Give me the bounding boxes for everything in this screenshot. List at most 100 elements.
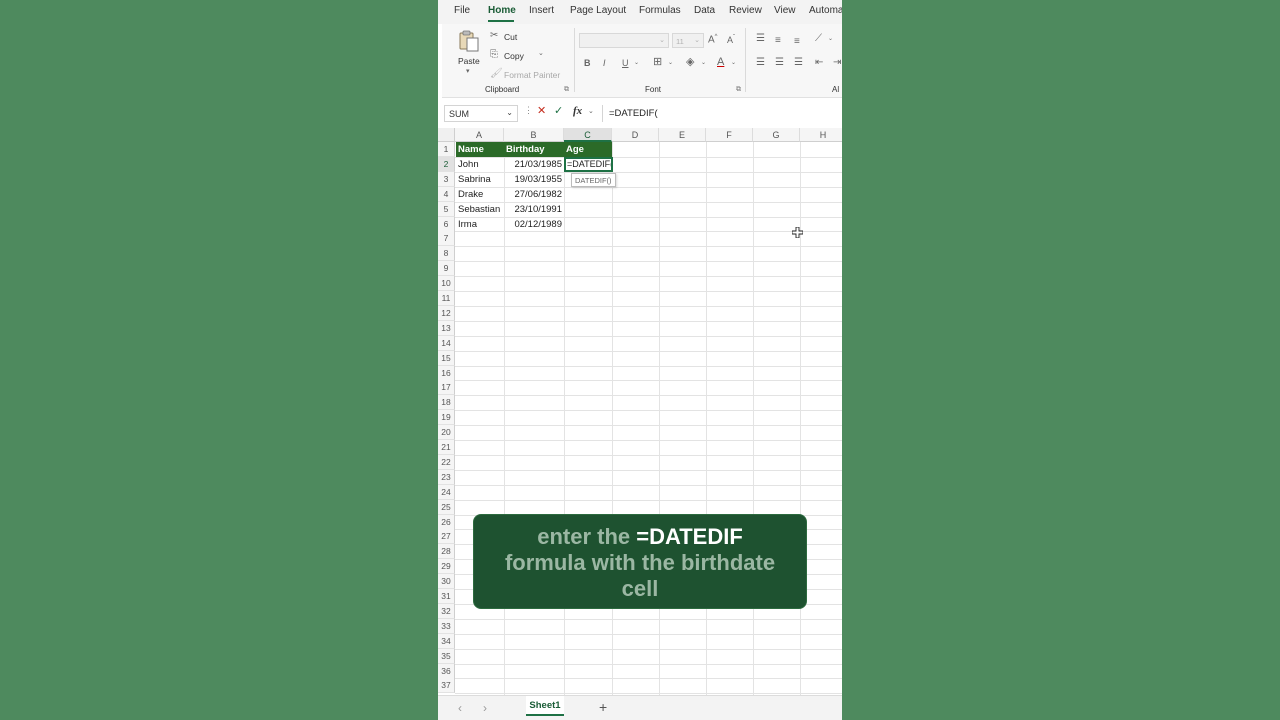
font-color-icon[interactable]: A <box>717 57 724 68</box>
copy-icon[interactable]: ⎘ <box>490 50 498 60</box>
birthday-cell[interactable]: 23/10/1991 <box>504 202 564 217</box>
name-cell[interactable]: Irma <box>456 217 504 232</box>
menu-page-layout[interactable]: Page Layout <box>570 5 626 16</box>
sheet-tab-sheet1[interactable]: Sheet1 <box>526 696 564 716</box>
row-header[interactable]: 35 <box>438 648 455 664</box>
row-header[interactable]: 31 <box>438 589 455 604</box>
format-painter-icon[interactable]: 🖌 <box>490 69 503 79</box>
column-header-d[interactable]: D <box>612 128 659 142</box>
row-header[interactable]: 36 <box>438 663 455 679</box>
header-cell-age[interactable]: Age <box>564 142 612 157</box>
column-header-a[interactable]: A <box>455 128 504 142</box>
row-header[interactable]: 19 <box>438 410 455 426</box>
grow-font-icon[interactable]: A^ <box>708 34 718 45</box>
align-right-icon[interactable]: ☰ <box>794 58 803 68</box>
chevron-down-icon[interactable]: ⌄ <box>506 108 513 117</box>
fill-color-icon[interactable]: ◈ <box>686 57 694 68</box>
copy-label[interactable]: Copy <box>504 51 524 61</box>
formula-input[interactable]: =DATEDIF( <box>602 105 842 122</box>
birthday-cell[interactable]: 27/06/1982 <box>504 187 564 202</box>
column-header-b[interactable]: B <box>504 128 564 142</box>
chevron-right-icon[interactable]: › <box>483 701 487 715</box>
paste-dropdown-icon[interactable]: ▾ <box>466 68 470 75</box>
row-header[interactable]: 4 <box>438 186 455 202</box>
birthday-cell[interactable]: 02/12/1989 <box>504 217 564 232</box>
borders-dropdown-icon[interactable]: ⌄ <box>668 60 673 66</box>
row-header[interactable]: 26 <box>438 514 455 530</box>
borders-icon[interactable]: ⊞ <box>653 57 662 68</box>
row-header[interactable]: 37 <box>438 678 455 694</box>
row-header[interactable]: 2 <box>438 156 455 172</box>
name-cell[interactable]: Sebastian <box>456 202 504 217</box>
enter-icon[interactable]: ✓ <box>554 106 563 117</box>
align-center-icon[interactable]: ☰ <box>775 58 784 68</box>
shrink-font-icon[interactable]: Aˇ <box>727 35 735 45</box>
insert-function-icon[interactable]: fx <box>573 106 582 117</box>
column-header-g[interactable]: G <box>753 128 800 142</box>
row-header[interactable]: 7 <box>438 231 455 247</box>
select-all-corner[interactable] <box>438 128 455 142</box>
row-header[interactable]: 24 <box>438 484 455 500</box>
column-header-e[interactable]: E <box>659 128 706 142</box>
column-header-f[interactable]: F <box>706 128 753 142</box>
paste-icon[interactable] <box>458 30 480 52</box>
row-header[interactable]: 29 <box>438 559 455 575</box>
column-header-h[interactable]: H <box>800 128 842 142</box>
header-cell-name[interactable]: Name <box>456 142 504 157</box>
font-color-dropdown-icon[interactable]: ⌄ <box>731 60 736 66</box>
copy-dropdown-icon[interactable]: ⌄ <box>538 50 544 57</box>
align-top-icon[interactable]: ☰ <box>756 34 765 44</box>
spreadsheet-grid[interactable]: A B C D E F G H 1 2 3 4 5 6 7 8 9 10 11 12 13 14 15 16 1… <box>438 128 842 695</box>
decrease-indent-icon[interactable]: ⇤ <box>815 58 823 68</box>
row-header[interactable]: 33 <box>438 618 455 634</box>
increase-indent-icon[interactable]: ⇥ <box>833 58 841 68</box>
row-header[interactable]: 28 <box>438 544 455 560</box>
menu-insert[interactable]: Insert <box>529 5 554 16</box>
row-header[interactable]: 14 <box>438 335 455 351</box>
cancel-icon[interactable]: ✕ <box>537 106 546 117</box>
row-header[interactable]: 15 <box>438 350 455 366</box>
row-header[interactable]: 9 <box>438 261 455 277</box>
row-header[interactable]: 27 <box>438 529 455 545</box>
underline-icon[interactable]: U <box>622 59 629 68</box>
menu-file[interactable]: File <box>454 5 470 16</box>
add-sheet-icon[interactable]: + <box>599 699 607 715</box>
row-header[interactable]: 20 <box>438 425 455 441</box>
header-cell-birthday[interactable]: Birthday <box>504 142 564 157</box>
row-header[interactable]: 10 <box>438 276 455 292</box>
name-cell[interactable]: Drake <box>456 187 504 202</box>
name-cell[interactable]: Sabrina <box>456 172 504 187</box>
row-header[interactable]: 5 <box>438 201 455 217</box>
row-header[interactable]: 13 <box>438 320 455 336</box>
chevron-left-icon[interactable]: ‹ <box>458 701 462 715</box>
fx-dropdown-icon[interactable]: ⌄ <box>588 108 594 115</box>
fill-color-dropdown-icon[interactable]: ⌄ <box>701 60 706 66</box>
column-header-c[interactable]: C <box>564 128 612 142</box>
row-header[interactable]: 17 <box>438 380 455 396</box>
row-header[interactable]: 1 <box>438 142 455 157</box>
row-header[interactable]: 22 <box>438 454 455 470</box>
row-header[interactable]: 3 <box>438 171 455 187</box>
birthday-cell[interactable]: 19/03/1955 <box>504 172 564 187</box>
row-header[interactable]: 12 <box>438 305 455 321</box>
row-header[interactable]: 32 <box>438 603 455 619</box>
row-header[interactable]: 25 <box>438 499 455 515</box>
row-header[interactable]: 18 <box>438 395 455 411</box>
row-header[interactable]: 23 <box>438 469 455 485</box>
row-header[interactable]: 16 <box>438 365 455 381</box>
font-name-combo[interactable]: ⌄ <box>579 33 669 48</box>
paste-label[interactable]: Paste <box>458 56 480 66</box>
font-size-combo[interactable]: 11 ⌄ <box>672 33 704 48</box>
cut-label[interactable]: Cut <box>504 32 517 42</box>
row-header[interactable]: 8 <box>438 246 455 262</box>
align-left-icon[interactable]: ☰ <box>756 58 765 68</box>
font-launcher-icon[interactable]: ⧉ <box>736 86 741 94</box>
align-bottom-icon[interactable]: ≡ <box>794 37 800 47</box>
row-header[interactable]: 34 <box>438 633 455 649</box>
format-painter-label[interactable]: Format Painter <box>504 70 560 80</box>
row-header[interactable]: 21 <box>438 440 455 455</box>
menu-home[interactable]: Home <box>488 5 516 16</box>
birthday-cell[interactable]: 21/03/1985 <box>504 157 564 172</box>
clipboard-launcher-icon[interactable]: ⧉ <box>564 86 569 94</box>
orientation-dropdown-icon[interactable]: ⌄ <box>828 36 833 42</box>
